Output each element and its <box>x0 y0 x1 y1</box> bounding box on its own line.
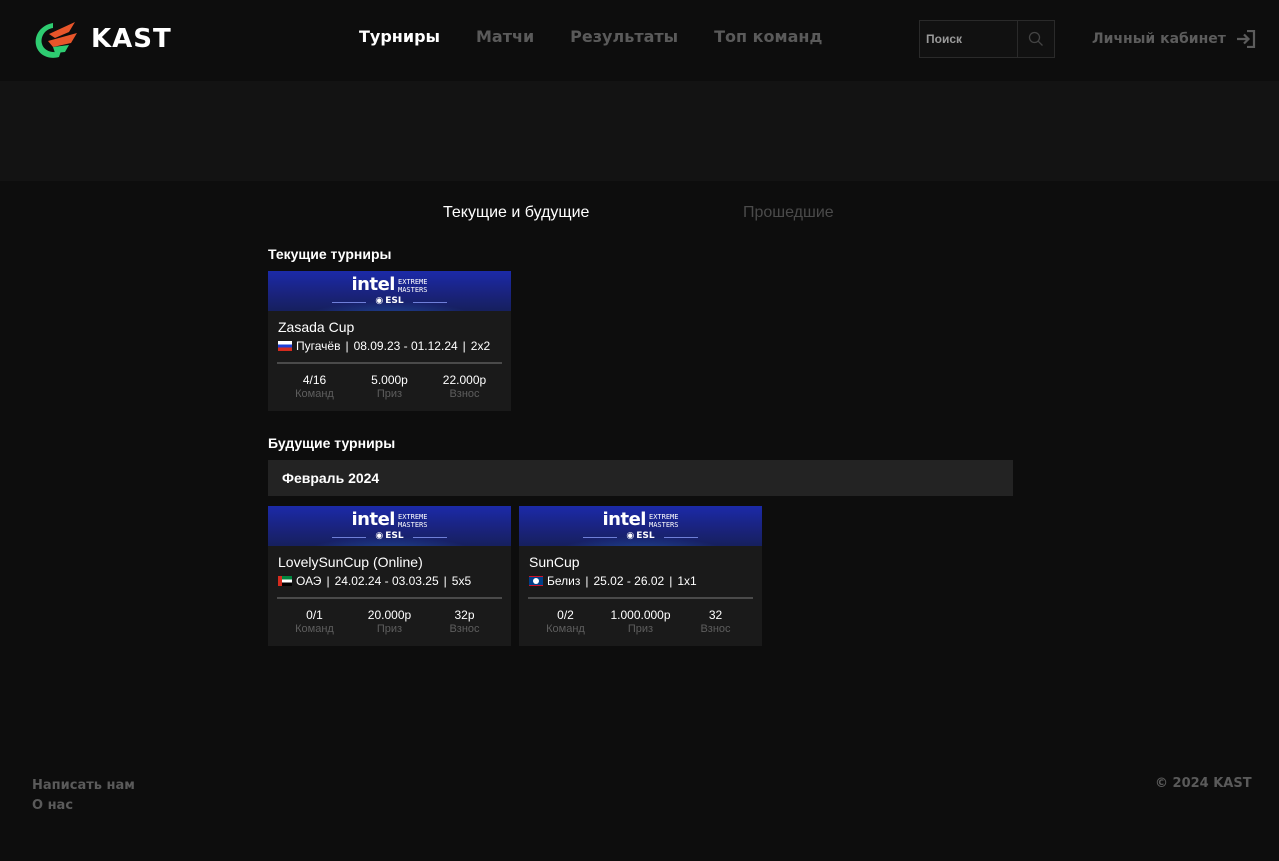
login-arrow-icon <box>1236 30 1255 48</box>
tournament-card[interactable]: intel EXTREME MASTERS ◉ ESL SunCup Белиз | … <box>519 506 762 646</box>
prize-value: 1.000.000р <box>610 608 671 622</box>
intel-logo: intel EXTREME MASTERS <box>602 509 679 530</box>
hero-banner <box>0 81 1279 181</box>
search-button[interactable] <box>1018 21 1054 57</box>
fee-value: 22.000р <box>442 373 487 387</box>
intel-logo: intel EXTREME MASTERS <box>351 509 428 530</box>
footer-contact-link[interactable]: Написать нам <box>32 776 135 796</box>
fee-value: 32 <box>708 608 723 622</box>
tournament-tabs: Текущие и будущие Прошедшие <box>0 204 1279 226</box>
prize-value: 20.000р <box>367 608 412 622</box>
month-header: Февраль 2024 <box>268 460 1013 496</box>
current-tournaments-title: Текущие турниры <box>268 246 392 262</box>
tab-current-upcoming[interactable]: Текущие и будущие <box>443 204 589 222</box>
tournament-meta: Пугачёв | 08.09.23 - 01.12.24 | 2x2 <box>278 339 490 353</box>
kast-logo-icon <box>35 22 77 58</box>
tournament-name: LovelySunCup (Online) <box>278 554 423 570</box>
divider <box>277 597 502 599</box>
teams-count: 0/2 <box>557 608 574 622</box>
logo-text: KAST <box>91 24 172 54</box>
tournament-meta: Белиз | 25.02 - 26.02 | 1x1 <box>529 574 697 588</box>
belize-flag-icon <box>529 576 543 586</box>
logo[interactable]: KAST <box>31 17 172 61</box>
tournament-name: Zasada Cup <box>278 319 355 335</box>
footer-about-link[interactable]: О нас <box>32 796 135 816</box>
teams-count: 0/1 <box>306 608 323 622</box>
copyright: © 2024 KAST <box>1155 776 1252 791</box>
nav-matches[interactable]: Матчи <box>476 27 534 46</box>
tournament-name: SunCup <box>529 554 580 570</box>
tab-past[interactable]: Прошедшие <box>743 204 834 222</box>
tournament-stats: 4/16 Команд 5.000р Приз 22.000р Взнос <box>268 373 511 402</box>
fee-value: 32р <box>454 608 475 622</box>
card-banner: intel EXTREME MASTERS ◉ ESL <box>268 271 511 311</box>
tournament-card[interactable]: intel EXTREME MASTERS ◉ ESL LovelySunCup (… <box>268 506 511 646</box>
russia-flag-icon <box>278 341 292 351</box>
teams-count: 4/16 <box>302 373 327 387</box>
tournament-stats: 0/1 Команд 20.000р Приз 32р Взнос <box>268 608 511 637</box>
tournament-card[interactable]: intel EXTREME MASTERS ◉ ESL Zasada Cup Пуг… <box>268 271 511 411</box>
intel-logo: intel EXTREME MASTERS <box>351 274 428 295</box>
footer-links: Написать нам О нас <box>32 776 135 816</box>
card-banner: intel EXTREME MASTERS ◉ ESL <box>519 506 762 546</box>
card-banner: intel EXTREME MASTERS ◉ ESL <box>268 506 511 546</box>
divider <box>528 597 753 599</box>
account-link[interactable]: Личный кабинет <box>1092 30 1256 48</box>
account-label: Личный кабинет <box>1092 31 1226 47</box>
nav-tournaments[interactable]: Турниры <box>359 27 440 46</box>
esl-logo: ◉ ESL <box>375 296 404 306</box>
esl-logo: ◉ ESL <box>375 531 404 541</box>
uae-flag-icon <box>278 576 292 586</box>
site-header: KAST Турниры Матчи Результаты Топ команд… <box>0 0 1279 81</box>
esl-logo: ◉ ESL <box>626 531 655 541</box>
prize-value: 5.000р <box>371 373 408 387</box>
tournament-meta: ОАЭ | 24.02.24 - 03.03.25 | 5x5 <box>278 574 471 588</box>
main-nav: Турниры Матчи Результаты Топ команд <box>359 27 822 46</box>
divider <box>277 362 502 364</box>
nav-results[interactable]: Результаты <box>570 27 678 46</box>
search-input[interactable] <box>920 21 1018 57</box>
month-label: Февраль 2024 <box>282 470 380 486</box>
tournament-stats: 0/2 Команд 1.000.000р Приз 32 Взнос <box>519 608 762 637</box>
search-icon <box>1028 31 1043 46</box>
nav-top-teams[interactable]: Топ команд <box>714 27 822 46</box>
future-tournaments-title: Будущие турниры <box>268 435 396 451</box>
search-box <box>919 20 1055 58</box>
